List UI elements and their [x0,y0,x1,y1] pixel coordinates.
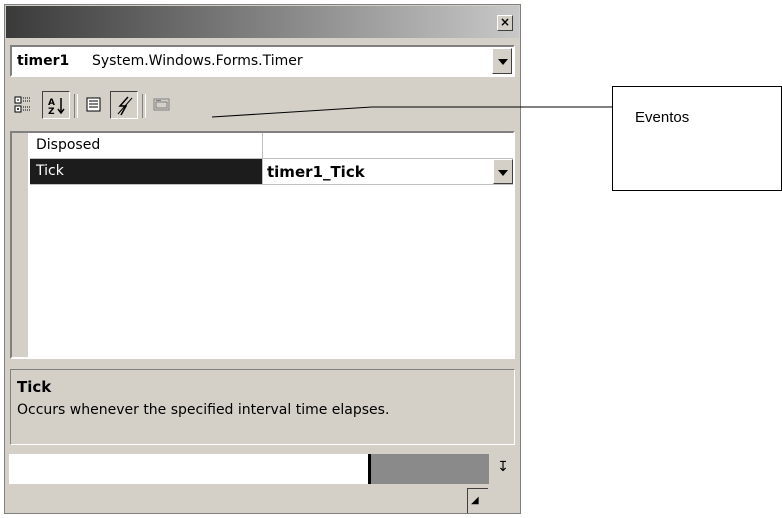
scroll-down-icon[interactable]: ↧ [491,454,515,484]
description-text: Occurs whenever the specified interval t… [17,402,390,418]
categorized-button[interactable] [10,91,38,119]
properties-button[interactable] [80,91,108,119]
object-name: timer1 [17,53,70,69]
properties-window: × timer1 System.Windows.Forms.Timer A Z [4,4,521,514]
grid-gutter [12,133,28,357]
toolbar-separator [74,94,78,118]
status-field [9,454,371,484]
row-value[interactable]: timer1_Tick [267,163,365,181]
description-pane: Tick Occurs whenever the specified inter… [10,369,515,445]
chevron-down-icon[interactable] [493,159,513,184]
alphabetical-button[interactable]: A Z [42,91,70,119]
close-button[interactable]: × [497,15,513,31]
toolbar-separator [142,94,146,118]
title-bar: × [6,6,519,38]
cursor-icon: ◢ [471,495,479,506]
callout-label: Eventos [635,109,690,126]
svg-text:Z: Z [48,107,55,116]
grid-row-disposed[interactable]: Disposed [30,133,513,159]
status-gray [371,454,489,484]
object-selector[interactable]: timer1 System.Windows.Forms.Timer [10,45,515,77]
alphabetical-icon: A Z [48,98,65,116]
chevron-down-icon[interactable] [492,48,512,74]
property-pages-icon [153,98,170,111]
callout-leader-line [212,106,612,118]
property-pages-button [148,91,176,119]
callout-box: Eventos [612,86,782,191]
categorized-icon [14,96,31,113]
property-grid: Disposed Tick timer1_Tick [10,131,515,359]
properties-icon [86,97,101,112]
description-title: Tick [17,378,52,396]
object-type: System.Windows.Forms.Timer [92,53,303,69]
row-name: Tick [36,163,64,179]
row-name: Disposed [36,137,101,153]
grid-row-tick[interactable]: Tick timer1_Tick [30,159,513,185]
events-icon [117,96,133,116]
events-button[interactable] [110,91,138,119]
